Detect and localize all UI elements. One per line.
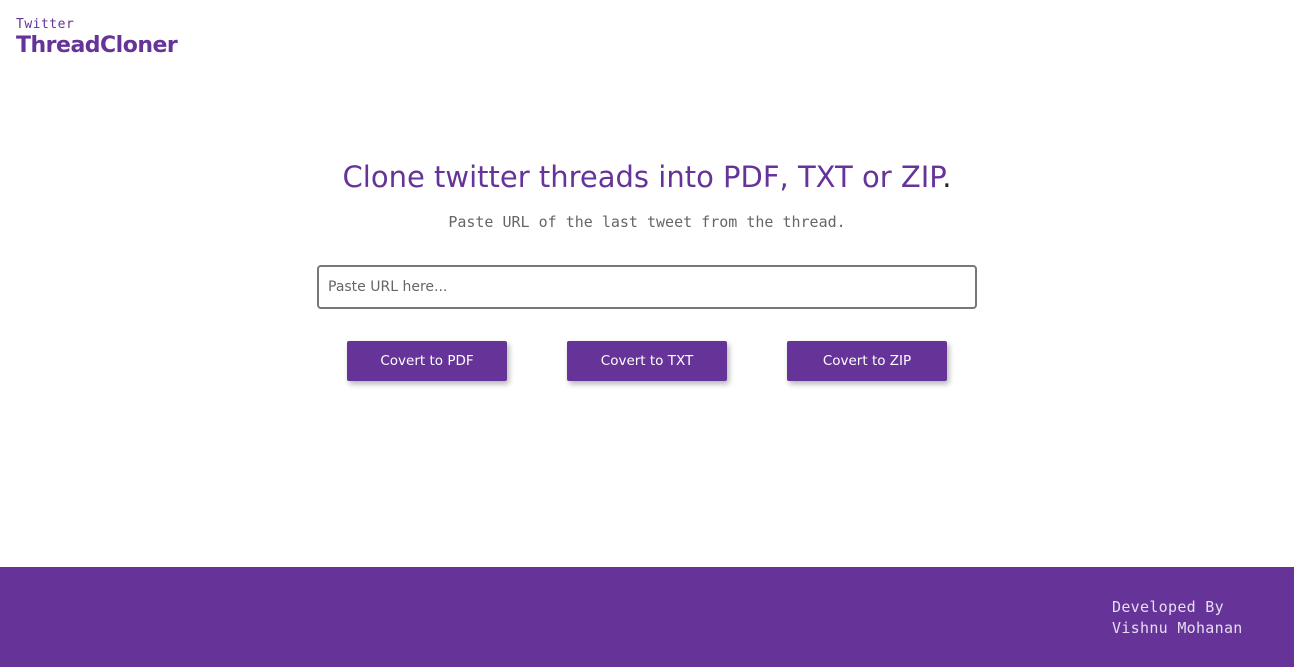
headline-text: Clone twitter threads into PDF, TXT or Z… (342, 160, 943, 194)
page-subtitle: Paste URL of the last tweet from the thr… (448, 213, 846, 231)
credit-label: Developed By (1112, 598, 1224, 616)
convert-pdf-button[interactable]: Covert to PDF (347, 341, 507, 381)
site-logo[interactable]: Twitter ThreadCloner (16, 16, 178, 59)
page-headline: Clone twitter threads into PDF, TXT or Z… (0, 158, 1294, 196)
footer: Developed By Vishnu Mohanan (0, 567, 1294, 667)
developer-credit: Developed By Vishnu Mohanan (1112, 597, 1243, 639)
convert-zip-button[interactable]: Covert to ZIP (787, 341, 947, 381)
headline-dot: . (942, 160, 952, 194)
logo-title: ThreadCloner (16, 33, 178, 58)
logo-small-text: Twitter (16, 17, 75, 32)
convert-txt-button[interactable]: Covert to TXT (567, 341, 727, 381)
credit-name: Vishnu Mohanan (1112, 619, 1243, 637)
url-input[interactable] (317, 265, 977, 309)
